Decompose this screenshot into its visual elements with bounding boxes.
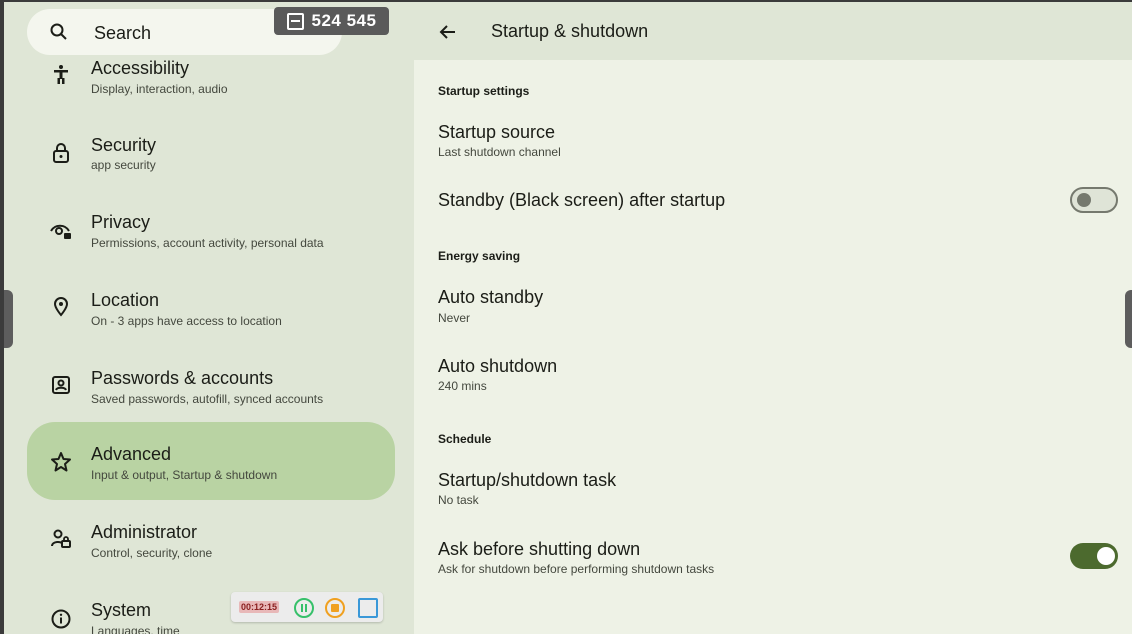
section-header-energy: Energy saving (438, 249, 521, 263)
search-icon (50, 23, 67, 40)
account-box-icon (52, 376, 70, 394)
sidebar-item-subtitle: Languages, time (91, 624, 180, 634)
sidebar-item-title: Accessibility (91, 58, 190, 78)
sidebar-item-privacy[interactable]: Privacy Permissions, account activity, p… (4, 198, 414, 276)
sidebar-item-subtitle: On - 3 apps have access to location (91, 314, 282, 328)
pref-title: Standby (Black screen) after startup (438, 190, 726, 210)
settings-window: Search 524 545 Accessibility Display, in… (0, 0, 1132, 634)
window-icon (286, 12, 304, 30)
sidebar-item-accessibility[interactable]: Accessibility Display, interaction, audi… (4, 52, 414, 130)
sidebar: Search 524 545 Accessibility Display, in… (4, 2, 414, 634)
sidebar-item-title: Passwords & accounts (91, 368, 274, 388)
sidebar-item-administrator[interactable]: Administrator Control, security, clone (4, 508, 414, 586)
stop-icon[interactable] (325, 598, 345, 618)
sidebar-item-subtitle: Control, security, clone (91, 546, 213, 560)
sidebar-item-subtitle: Permissions, account activity, personal … (91, 236, 324, 250)
search-label: Search (94, 23, 152, 43)
privacy-eye-icon (50, 224, 71, 239)
sidebar-item-title: Security (91, 135, 157, 155)
standby-toggle[interactable] (1070, 187, 1118, 213)
info-icon (51, 609, 71, 629)
content-pane: Startup & shutdown Startup settings Star… (414, 2, 1132, 634)
sidebar-item-subtitle: app security (91, 158, 156, 172)
pause-icon[interactable] (294, 598, 314, 618)
sidebar-item-subtitle: Input & output, Startup & shutdown (91, 468, 278, 482)
counter-badge: 524 545 (274, 7, 389, 35)
sidebar-item-subtitle: Saved passwords, autofill, synced accoun… (91, 392, 324, 406)
expand-icon[interactable] (358, 598, 378, 618)
section-header-startup: Startup settings (438, 84, 530, 98)
section-header-schedule: Schedule (438, 432, 492, 446)
selected-highlight (27, 422, 395, 500)
pref-subtitle: Never (438, 311, 471, 325)
sidebar-item-passwords-accounts[interactable]: Passwords & accounts Saved passwords, au… (4, 354, 414, 432)
sidebar-item-subtitle: Display, interaction, audio (91, 82, 228, 96)
pref-title: Startup source (438, 122, 556, 142)
star-outline-icon (51, 452, 71, 472)
page-title: Startup & shutdown (491, 21, 649, 41)
accessibility-icon (54, 65, 68, 84)
toggle-knob (1097, 547, 1115, 565)
lock-icon (53, 143, 69, 163)
pref-subtitle: No task (438, 493, 479, 507)
location-pin-icon (53, 296, 69, 317)
sidebar-item-title: Privacy (91, 212, 151, 232)
sidebar-item-title: Administrator (91, 522, 198, 542)
pref-title: Startup/shutdown task (438, 470, 617, 490)
sidebar-item-title: Advanced (91, 444, 172, 464)
admin-user-lock-icon (51, 529, 71, 548)
left-edge-handle[interactable] (4, 290, 13, 348)
pref-title: Auto standby (438, 287, 544, 307)
content-header: Startup & shutdown (414, 2, 1132, 60)
sidebar-item-location[interactable]: Location On - 3 apps have access to loca… (4, 276, 414, 354)
counter-value: 524 545 (311, 11, 377, 30)
pref-subtitle: Last shutdown channel (438, 145, 561, 159)
pref-subtitle: 240 mins (438, 379, 487, 393)
sidebar-item-title: Location (91, 290, 160, 310)
right-edge-handle[interactable] (1125, 290, 1132, 348)
pref-title: Auto shutdown (438, 356, 558, 376)
recording-time: 00:12:15 (239, 601, 280, 613)
back-arrow-icon[interactable] (438, 22, 458, 42)
toggle-knob (1077, 193, 1091, 207)
pref-subtitle: Ask for shutdown before performing shutd… (438, 562, 715, 576)
sidebar-item-advanced[interactable]: Advanced Input & output, Startup & shutd… (4, 422, 414, 500)
ask-before-shutdown-toggle[interactable] (1070, 543, 1118, 569)
screen-recorder-bar: 00:12:15 (231, 592, 383, 622)
sidebar-item-security[interactable]: Security app security (4, 120, 414, 198)
pref-title: Ask before shutting down (438, 539, 641, 559)
sidebar-item-title: System (91, 600, 152, 620)
